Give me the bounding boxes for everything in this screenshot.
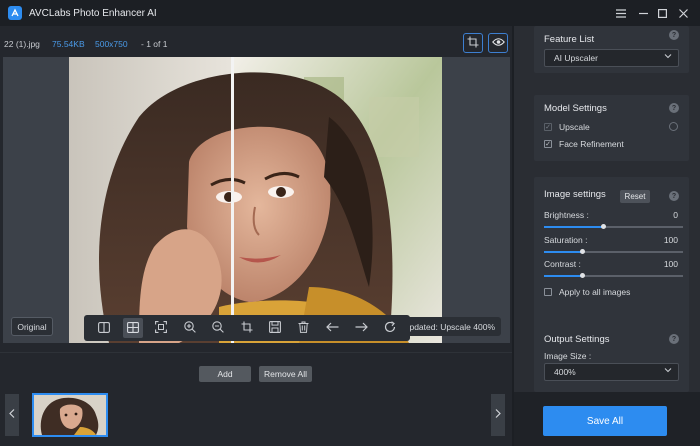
image-size-select[interactable]: 400% xyxy=(544,363,679,381)
contrast-value: 100 xyxy=(663,259,678,269)
zoom-out-icon xyxy=(212,321,225,335)
crop-icon xyxy=(467,36,479,50)
comparison-split-handle[interactable] xyxy=(231,57,234,343)
feature-select-value: AI Upscaler xyxy=(554,53,598,63)
rotate-icon xyxy=(384,321,396,335)
rotate-button[interactable] xyxy=(380,318,400,338)
eye-icon xyxy=(491,37,505,49)
remove-all-button[interactable]: Remove All xyxy=(259,366,312,382)
info-icon[interactable] xyxy=(669,122,678,131)
feature-list-title: Feature List xyxy=(544,34,595,45)
brightness-label: Brightness : xyxy=(544,210,589,220)
crop-button[interactable] xyxy=(237,318,257,338)
slider-handle[interactable] xyxy=(601,224,606,229)
brightness-slider[interactable] xyxy=(544,224,683,229)
split-view-button[interactable] xyxy=(94,318,114,338)
file-info-bar: 22 (1).jpg 75.54KB 500x750 - 1 of 1 xyxy=(0,30,514,56)
face-refinement-label: Face Refinement xyxy=(559,139,624,149)
hamburger-menu-icon[interactable] xyxy=(612,4,630,22)
saturation-value: 100 xyxy=(663,235,678,245)
model-settings-title: Model Settings xyxy=(544,103,607,114)
title-bar: AVCLabs Photo Enhancer AI xyxy=(0,0,700,26)
file-name: 22 (1).jpg xyxy=(4,39,40,49)
app-title: AVCLabs Photo Enhancer AI xyxy=(29,7,157,19)
previous-image-button[interactable] xyxy=(323,318,343,338)
page-counter: - 1 of 1 xyxy=(141,39,168,49)
save-all-button[interactable]: Save All xyxy=(543,406,667,436)
original-label: Original xyxy=(11,317,53,336)
save-icon xyxy=(269,321,282,335)
model-settings-card: Model Settings ? ✓ Upscale ✓ Face Refine… xyxy=(534,95,689,161)
help-icon[interactable]: ? xyxy=(669,30,679,40)
compare-view-icon xyxy=(126,321,139,335)
preview-canvas[interactable] xyxy=(3,57,510,343)
apply-all-label: Apply to all images xyxy=(559,287,631,297)
help-icon[interactable]: ? xyxy=(669,334,679,344)
zoom-out-button[interactable] xyxy=(208,318,228,338)
add-button[interactable]: Add xyxy=(199,366,251,382)
arrow-right-icon xyxy=(355,322,368,334)
trash-icon xyxy=(298,321,309,335)
help-icon[interactable]: ? xyxy=(669,191,679,201)
portrait-photo xyxy=(69,57,442,343)
output-settings-title: Output Settings xyxy=(544,334,610,345)
apply-all-checkbox[interactable] xyxy=(544,288,552,296)
reset-button[interactable]: Reset xyxy=(620,190,650,203)
crop-toggle-button[interactable] xyxy=(463,33,483,53)
contrast-label: Contrast : xyxy=(544,259,581,269)
delete-button[interactable] xyxy=(294,318,314,338)
help-icon[interactable]: ? xyxy=(669,103,679,113)
feature-list-card: Feature List ? AI Upscaler xyxy=(534,26,689,73)
thumbnail-item[interactable] xyxy=(32,393,108,437)
file-dimensions: 500x750 xyxy=(95,39,128,49)
fit-screen-icon xyxy=(155,321,168,335)
file-size: 75.54KB xyxy=(52,39,85,49)
contrast-slider[interactable] xyxy=(544,273,683,278)
upscale-label: Upscale xyxy=(559,122,590,132)
maximize-icon[interactable] xyxy=(653,4,671,22)
fit-screen-button[interactable] xyxy=(151,318,171,338)
save-button[interactable] xyxy=(265,318,285,338)
crop-icon xyxy=(241,321,253,335)
saturation-label: Saturation : xyxy=(544,235,588,245)
minimize-icon[interactable] xyxy=(634,4,652,22)
slider-handle[interactable] xyxy=(580,249,585,254)
output-settings-card: Output Settings ? Image Size : 400% xyxy=(534,326,689,392)
close-icon[interactable] xyxy=(674,4,692,22)
image-settings-card: Image settings Reset ? Brightness : 0 Sa… xyxy=(534,177,689,331)
preview-toggle-button[interactable] xyxy=(488,33,508,53)
updated-label: Updated: Upscale 400% xyxy=(398,317,501,336)
image-size-label: Image Size : xyxy=(544,351,592,361)
brightness-value: 0 xyxy=(673,210,678,220)
settings-panel: Feature List ? AI Upscaler Model Setting… xyxy=(514,26,700,446)
canvas-divider xyxy=(0,352,514,353)
thumbnail-next-button[interactable] xyxy=(491,394,505,436)
zoom-in-button[interactable] xyxy=(180,318,200,338)
next-image-button[interactable] xyxy=(351,318,371,338)
chevron-left-icon xyxy=(9,409,15,421)
face-refinement-checkbox[interactable]: ✓ xyxy=(544,140,552,148)
feature-select[interactable]: AI Upscaler xyxy=(544,49,679,67)
preview-toolbar xyxy=(84,315,410,341)
zoom-in-icon xyxy=(184,321,196,335)
chevron-down-icon xyxy=(664,52,672,62)
chevron-down-icon xyxy=(664,366,672,376)
chevron-right-icon xyxy=(495,409,501,421)
arrow-left-icon xyxy=(326,322,339,334)
split-view-icon xyxy=(98,321,111,335)
image-size-value: 400% xyxy=(554,367,576,377)
image-settings-title: Image settings xyxy=(544,189,606,200)
upscale-checkbox[interactable]: ✓ xyxy=(544,123,552,131)
slider-handle[interactable] xyxy=(580,273,585,278)
saturation-slider[interactable] xyxy=(544,249,683,254)
thumbnail-prev-button[interactable] xyxy=(5,394,19,436)
app-logo-icon xyxy=(8,6,22,20)
compare-view-button[interactable] xyxy=(122,318,143,338)
